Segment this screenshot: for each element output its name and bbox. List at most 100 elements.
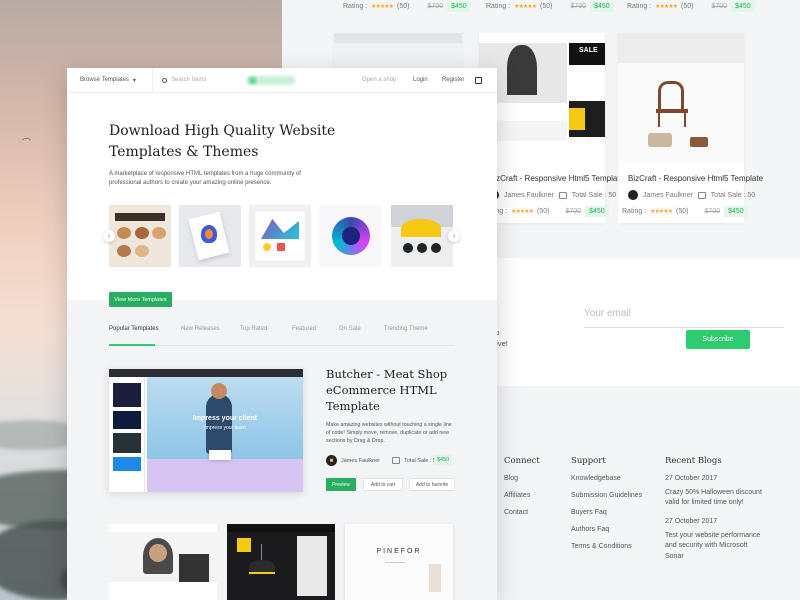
top-nav: Browse Templates ▾ Search Items Open a s… <box>67 68 497 93</box>
rating-count: (50) <box>537 208 550 215</box>
cart-icon <box>697 191 706 199</box>
search-box[interactable]: Search Items <box>162 77 206 83</box>
blog-link[interactable]: Crazy 50% Halloween discount valid for l… <box>665 488 765 508</box>
footer-heading: Support <box>571 456 606 466</box>
tab-trending-theme[interactable]: Trending Theme <box>384 326 428 332</box>
subscribe-button[interactable]: Subscribe <box>686 330 750 349</box>
star-rating-icon: ★★★★★ <box>514 4 537 10</box>
author-name: James Faulkner <box>643 191 693 199</box>
blog-date: 27 October 2017 <box>665 518 718 526</box>
preview-button[interactable]: Preview <box>326 478 356 491</box>
card-meta: James Faulkner Total Sale : 50 <box>628 190 755 200</box>
old-price: $700 <box>570 3 587 10</box>
hero-section: Download High Quality Website Templates … <box>67 93 497 300</box>
footer-link-blog[interactable]: Blog <box>504 475 540 482</box>
browse-templates-dropdown[interactable]: Browse Templates ▾ <box>80 77 136 84</box>
cart-icon[interactable] <box>475 76 482 84</box>
rating-label: Rating : <box>622 208 647 215</box>
active-tab-indicator <box>109 344 155 346</box>
carousel-thumb[interactable] <box>109 205 171 267</box>
author-avatar <box>628 190 638 200</box>
rating-row: Rating : ★★★★★ (50) $700 $450 <box>483 206 609 217</box>
rating-row: Rating : ★★★★★ (50) $700 $450 <box>627 1 755 12</box>
bird-icon: ⌒ <box>22 138 32 148</box>
footer-link-knowledgebase[interactable]: Knowledgebase <box>571 475 642 482</box>
blog-link[interactable]: Test your website performance and securi… <box>665 531 765 561</box>
card-thumbnail: SALE <box>479 33 605 161</box>
rating-row: Rating : ★★★★★ (50) $700 $450 <box>343 1 471 12</box>
add-to-favorite-button[interactable]: Add to favorite <box>409 478 455 491</box>
tab-popular-templates[interactable]: Popular Templates <box>109 326 159 332</box>
tab-featured[interactable]: Featured <box>292 326 316 332</box>
rating-count: (50) <box>681 3 694 10</box>
old-price: $700 <box>711 3 728 10</box>
tab-divider <box>109 345 454 346</box>
footer-link-buyers-faq[interactable]: Buyers Faq <box>571 509 642 516</box>
price-badge: $450 <box>585 206 609 217</box>
tab-new-releases[interactable]: New Releases <box>181 326 220 332</box>
email-input[interactable]: Your email <box>584 306 784 328</box>
tab-top-rated[interactable]: Top Rated <box>240 326 267 332</box>
card-title[interactable]: BizCraft - Responsive Html5 Template <box>628 174 763 183</box>
template-thumb[interactable] <box>109 524 217 600</box>
footer-link-terms[interactable]: Terms & Conditions <box>571 543 642 550</box>
nav-divider <box>152 68 153 93</box>
rating-label: Rating : <box>343 3 368 10</box>
carousel-thumb[interactable] <box>319 205 381 267</box>
open-shop-link[interactable]: Open a shop <box>362 77 396 83</box>
carousel-thumb[interactable] <box>249 205 311 267</box>
total-sale: Total Sale : 50 <box>571 191 617 199</box>
login-link[interactable]: Login <box>413 77 428 83</box>
footer-link-authors-faq[interactable]: Authors Faq <box>571 526 642 533</box>
rating-row: Rating : ★★★★★ (50) $700 $450 <box>486 1 614 12</box>
footer-heading: Connect <box>504 456 540 466</box>
hero-description: A marketplace of responsive HTML templat… <box>109 171 301 186</box>
price-badge: $450 <box>724 206 748 217</box>
card-title[interactable]: BizCraft - Responsive Html5 Template <box>489 174 624 183</box>
author-name[interactable]: James Faulkner <box>341 458 380 464</box>
total-sale: Total Sale : 50 <box>710 191 756 199</box>
old-price: $700 <box>427 3 444 10</box>
carousel-thumb[interactable] <box>179 205 241 267</box>
rating-count: (50) <box>397 3 410 10</box>
card-meta: James Faulkner Total Sale : 50 <box>489 190 616 200</box>
register-link[interactable]: Register <box>442 77 464 83</box>
thumb-brand: PINEFOR <box>376 548 422 555</box>
template-thumb[interactable] <box>227 524 335 600</box>
footer-link-contact[interactable]: Contact <box>504 509 540 516</box>
main-page: Browse Templates ▾ Search Items Open a s… <box>67 68 497 600</box>
rating-count: (50) <box>540 3 553 10</box>
template-thumb[interactable]: PINEFOR <box>345 524 453 600</box>
star-rating-icon: ★★★★★ <box>371 4 394 10</box>
card-thumbnail <box>618 33 744 161</box>
star-rating-icon: ★★★★★ <box>511 209 534 215</box>
template-card[interactable]: BizCraft - Responsive Html5 Template Jam… <box>618 33 763 223</box>
blog-date: 27 October 2017 <box>665 475 718 482</box>
add-to-cart-button[interactable]: Add to cart <box>363 478 403 491</box>
footer-heading: Recent Blogs <box>665 456 722 466</box>
rating-label: Rating : <box>486 3 511 10</box>
footer-link-affiliates[interactable]: Affiliates <box>504 492 540 499</box>
view-more-templates-button[interactable]: View More Templates <box>109 292 172 307</box>
star-rating-icon: ★★★★★ <box>655 4 678 10</box>
price-badge: $450 <box>447 1 471 12</box>
footer-link-submission-guidelines[interactable]: Submission Guidelines <box>571 492 642 499</box>
template-carousel: ‹ › <box>103 205 460 267</box>
carousel-thumb[interactable] <box>391 205 453 267</box>
brand-logo[interactable] <box>247 75 295 85</box>
featured-template-screenshot[interactable]: Impress your client Impress your team <box>109 369 303 492</box>
featured-title[interactable]: Butcher - Meat Shop eCommerce HTML Templ… <box>326 366 466 414</box>
footer-blogs: Recent Blogs 27 October 2017 Crazy 50% H… <box>665 456 765 572</box>
template-card[interactable]: SALE BizCraft - Responsive Html5 Templat… <box>479 33 624 223</box>
featured-description: Make amazing websites without touching a… <box>326 422 452 444</box>
rating-count: (50) <box>676 208 689 215</box>
sale-text: SALE <box>579 47 598 54</box>
carousel-next-arrow[interactable]: › <box>448 230 460 242</box>
price-badge: $450 <box>731 1 755 12</box>
hero-title: Download High Quality Website Templates … <box>109 123 336 160</box>
tab-on-sale[interactable]: On Sale <box>339 326 361 332</box>
carousel-prev-arrow[interactable]: ‹ <box>103 230 115 242</box>
rating-row: Rating : ★★★★★ (50) $700 $450 <box>622 206 748 217</box>
search-input[interactable]: Search Items <box>171 77 206 83</box>
footer-connect: Connect Blog Affiliates Contact <box>504 456 540 526</box>
